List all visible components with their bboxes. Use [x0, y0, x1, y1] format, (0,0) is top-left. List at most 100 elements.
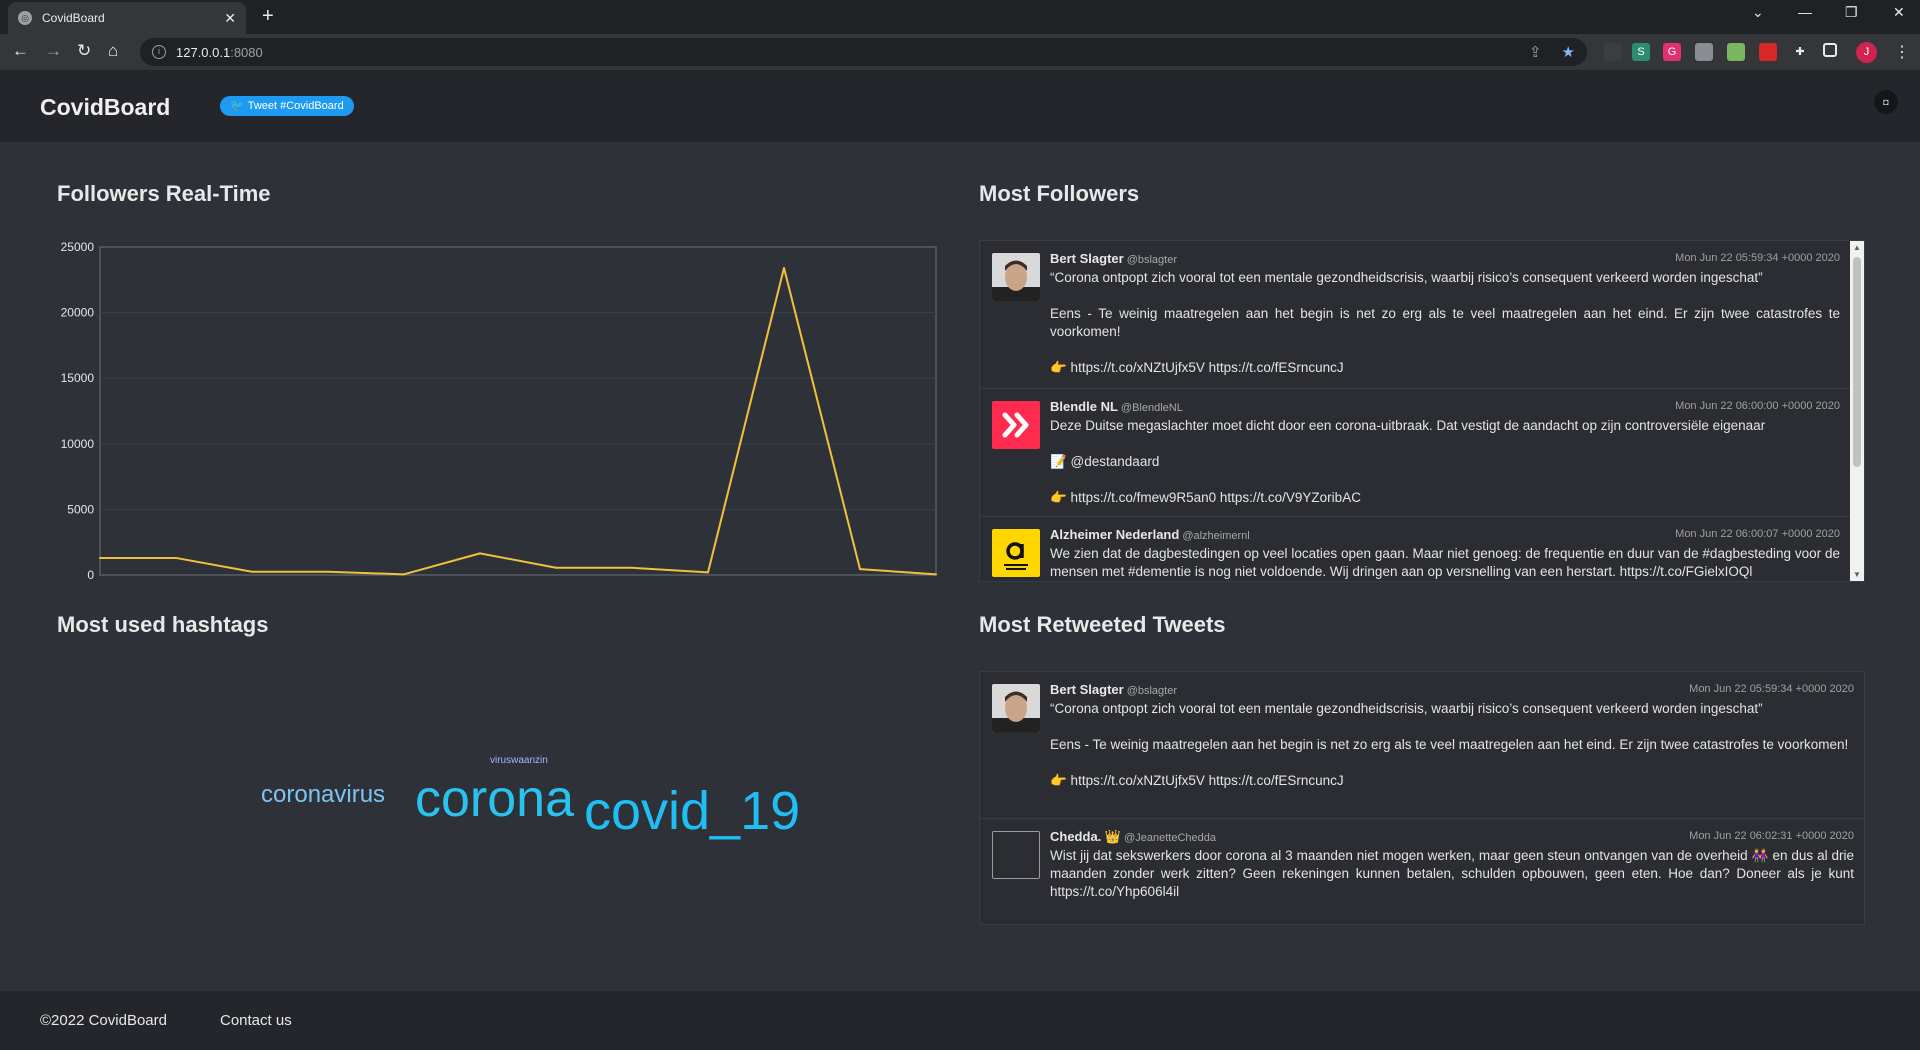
data-point: [555, 566, 557, 569]
hashtag-word[interactable]: corona: [415, 769, 574, 829]
footer: ©2022 CovidBoard Contact us: [0, 991, 1920, 1050]
profile-avatar[interactable]: J: [1856, 42, 1877, 63]
extension-icon[interactable]: [1604, 43, 1622, 61]
site-info-icon[interactable]: i: [152, 45, 166, 59]
tweet-date: Mon Jun 22 06:00:00 +0000 2020: [1675, 400, 1840, 412]
scroll-down-icon[interactable]: ▼: [1850, 570, 1864, 579]
avatar[interactable]: [992, 401, 1040, 449]
tweet-paragraph: “Corona ontpopt zich vooral tot een ment…: [1050, 270, 1763, 285]
forward-icon[interactable]: →: [45, 41, 62, 61]
tweet-card: Alzheimer Nederland @alzheimernl Mon Jun …: [980, 517, 1850, 581]
browser-tab[interactable]: ◎ CovidBoard ✕: [8, 2, 246, 34]
tweet-handle: @JeanetteChedda: [1124, 832, 1216, 844]
tweet-paragraph: Eens - Te weinig maatregelen aan het beg…: [1050, 737, 1849, 752]
tweet-date: Mon Jun 22 05:59:34 +0000 2020: [1675, 252, 1840, 264]
address-bar[interactable]: i 127.0.0.1:8080 ⇪ ★: [140, 38, 1587, 66]
data-point: [99, 556, 101, 559]
y-tick-label: 25000: [61, 240, 95, 254]
home-icon[interactable]: ⌂: [108, 41, 118, 61]
share-icon[interactable]: ⇪: [1529, 44, 1542, 61]
tweet-paragraph[interactable]: 👉 https://t.co/xNZtUjfx5V https://t.co/f…: [1050, 359, 1840, 377]
extensions-puzzle-icon[interactable]: ✚: [1791, 43, 1809, 61]
y-tick-label: 0: [87, 568, 94, 580]
most-retweeted-panel[interactable]: Bert Slagter @bslagter Mon Jun 22 05:59:3…: [979, 671, 1865, 925]
hashtag-word[interactable]: covid_19: [584, 780, 800, 842]
y-tick-label: 15000: [61, 371, 95, 385]
extension-color-icon[interactable]: [1727, 43, 1745, 61]
tweet-button[interactable]: 🐦 Tweet #CovidBoard: [220, 96, 354, 116]
most-retweeted-title: Most Retweeted Tweets: [979, 612, 1226, 637]
contact-link[interactable]: Contact us: [220, 1012, 292, 1029]
tweet-body: Deze Duitse megaslachter moet dicht door…: [1050, 417, 1840, 507]
extension-window-icon[interactable]: [1695, 43, 1713, 61]
close-window-icon[interactable]: ✕: [1893, 4, 1905, 21]
restore-icon[interactable]: ❐: [1845, 4, 1858, 21]
tweet-card: Bert Slagter @bslagter Mon Jun 22 05:59:3…: [980, 672, 1864, 819]
tweet-paragraph[interactable]: 👉 https://t.co/fmew9R5an0 https://t.co/V…: [1050, 489, 1840, 507]
data-point: [631, 566, 633, 569]
avatar[interactable]: [992, 253, 1040, 301]
side-panel-icon[interactable]: [1823, 43, 1837, 57]
tab-title: CovidBoard: [42, 11, 105, 25]
tweet-author[interactable]: Chedda. 👑 @JeanetteChedda: [1050, 829, 1216, 845]
extension-g-icon[interactable]: G: [1663, 43, 1681, 61]
data-point: [859, 568, 861, 571]
browser-menu-icon[interactable]: ⋮: [1894, 42, 1910, 62]
extension-shield-icon[interactable]: [1759, 43, 1777, 61]
browser-toolbar: ← → ↻ ⌂ i 127.0.0.1:8080 ⇪ ★ S G ✚ J ⋮: [0, 34, 1920, 70]
brand-logo[interactable]: CovidBoard: [40, 94, 170, 121]
panel-scrollbar[interactable]: ▲ ▼: [1850, 241, 1864, 581]
data-point: [327, 570, 329, 573]
footer-copyright: ©2022 CovidBoard: [40, 1012, 167, 1029]
extension-s-icon[interactable]: S: [1632, 43, 1650, 61]
tweet-body: “Corona ontpopt zich vooral tot een ment…: [1050, 700, 1854, 790]
tweet-paragraph: We zien dat de dagbestedingen op veel lo…: [1050, 546, 1840, 579]
tweet-paragraph: Eens - Te weinig maatregelen aan het beg…: [1050, 306, 1840, 339]
data-point: [935, 573, 937, 576]
browser-tab-bar: ◎ CovidBoard ✕ + ⌄ — ❐ ✕: [0, 0, 1920, 34]
most-followers-panel[interactable]: Bert Slagter @bslagter Mon Jun 22 05:59:3…: [979, 240, 1865, 582]
followers-realtime-title: Followers Real-Time: [57, 181, 271, 206]
reload-icon[interactable]: ↻: [77, 41, 91, 61]
tweet-author[interactable]: Bert Slagter @bslagter: [1050, 251, 1177, 266]
hashtag-word[interactable]: coronavirus: [261, 781, 385, 809]
tweet-author[interactable]: Alzheimer Nederland @alzheimernl: [1050, 527, 1250, 542]
tweet-handle: @bslagter: [1126, 254, 1178, 266]
twitter-bird-icon: 🐦: [230, 100, 244, 112]
avatar[interactable]: [992, 684, 1040, 732]
tweet-date: Mon Jun 22 06:02:31 +0000 2020: [1689, 830, 1854, 842]
back-icon[interactable]: ←: [12, 41, 29, 61]
new-tab-icon[interactable]: +: [262, 5, 274, 28]
chart-plot-area: [99, 246, 937, 576]
tweet-button-label: Tweet #CovidBoard: [247, 100, 344, 112]
y-tick-label: 20000: [61, 306, 95, 320]
tweet-author[interactable]: Blendle NL @BlendleNL: [1050, 399, 1183, 414]
avatar[interactable]: [992, 529, 1040, 577]
theme-toggle-icon[interactable]: ◘: [1874, 90, 1898, 114]
tab-search-icon[interactable]: ⌄: [1752, 4, 1764, 21]
tweet-card: Bert Slagter @bslagter Mon Jun 22 05:59:3…: [980, 241, 1850, 389]
hashtags-title: Most used hashtags: [57, 612, 269, 637]
tweet-author[interactable]: Bert Slagter @bslagter: [1050, 682, 1177, 697]
followers-line-chart: 0 5000 10000 15000 20000 25000: [61, 240, 937, 580]
tweet-paragraph[interactable]: 📝 @destandaard: [1050, 453, 1840, 471]
url-host: 127.0.0.1: [176, 44, 231, 60]
bookmark-star-icon[interactable]: ★: [1562, 44, 1575, 61]
globe-icon: ◎: [18, 11, 32, 25]
tweet-paragraph: Deze Duitse megaslachter moet dicht door…: [1050, 418, 1766, 433]
tweet-body: “Corona ontpopt zich vooral tot een ment…: [1050, 269, 1840, 377]
close-tab-icon[interactable]: ✕: [224, 10, 236, 27]
y-tick-label: 10000: [61, 437, 95, 451]
tweet-paragraph[interactable]: 👉 https://t.co/xNZtUjfx5V https://t.co/f…: [1050, 772, 1854, 790]
tweet-paragraph: Wist jij dat sekswerkers door corona al …: [1050, 848, 1854, 899]
tweet-date: Mon Jun 22 05:59:34 +0000 2020: [1689, 683, 1854, 695]
tweet-date: Mon Jun 22 06:00:07 +0000 2020: [1675, 528, 1840, 540]
tweet-handle: @BlendleNL: [1120, 402, 1183, 414]
minimize-icon[interactable]: —: [1798, 4, 1812, 20]
tweet-body: We zien dat de dagbestedingen op veel lo…: [1050, 545, 1840, 581]
scrollbar-thumb[interactable]: [1853, 257, 1861, 467]
hashtag-word[interactable]: viruswaanzin: [490, 755, 548, 766]
broken-image-avatar[interactable]: [992, 831, 1040, 879]
y-tick-label: 5000: [67, 502, 94, 516]
scroll-up-icon[interactable]: ▲: [1850, 243, 1864, 252]
